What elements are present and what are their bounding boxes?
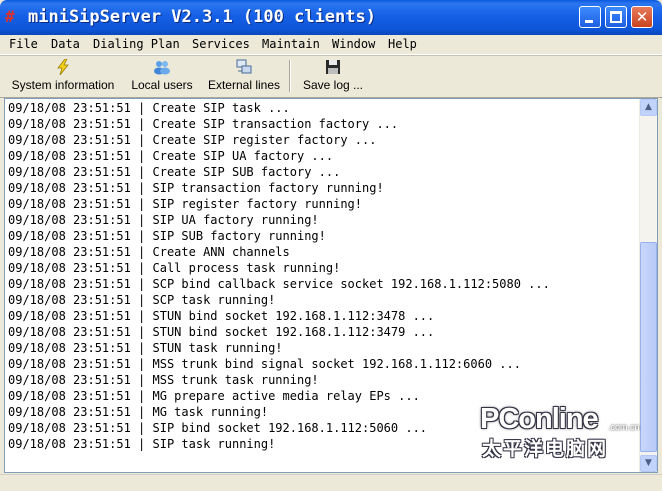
minimize-button[interactable]: [579, 6, 601, 28]
watermark: PConline .com.cn 太平洋电脑网: [478, 402, 650, 464]
local-users-label: Local users: [131, 78, 193, 92]
minimize-icon: [585, 20, 593, 23]
app-logo-icon[interactable]: #: [5, 8, 24, 25]
log-line: 09/18/08 23:51:51 | SCP task running!: [8, 293, 276, 307]
title-bar[interactable]: # miniSipServer V2.3.1 (100 clients) ✕: [0, 0, 662, 35]
close-button[interactable]: ✕: [631, 6, 653, 28]
log-list: 09/18/08 23:51:51 | Create SIP task ... …: [8, 100, 638, 452]
log-line: 09/18/08 23:51:51 | STUN bind socket 192…: [8, 325, 435, 339]
maximize-icon: [610, 11, 622, 23]
log-line: 09/18/08 23:51:51 | SIP SUB factory runn…: [8, 229, 326, 243]
menu-window[interactable]: Window: [332, 36, 375, 53]
log-line: 09/18/08 23:51:51 | SIP UA factory runni…: [8, 213, 319, 227]
menu-data[interactable]: Data: [51, 36, 80, 53]
system-information-button[interactable]: System information: [5, 56, 121, 96]
external-lines-button[interactable]: External lines: [203, 56, 285, 96]
log-line: 09/18/08 23:51:51 | Call process task ru…: [8, 261, 341, 275]
log-line: 09/18/08 23:51:51 | Create ANN channels: [8, 245, 290, 259]
menu-file[interactable]: File: [9, 36, 38, 53]
users-icon: [154, 61, 170, 75]
log-line: 09/18/08 23:51:51 | Create SIP register …: [8, 133, 377, 147]
menu-help[interactable]: Help: [388, 36, 417, 53]
menu-services[interactable]: Services: [192, 36, 250, 53]
log-line: 09/18/08 23:51:51 | SIP register factory…: [8, 197, 363, 211]
save-log-label: Save log ...: [302, 78, 364, 92]
log-line: 09/18/08 23:51:51 | Create SIP UA factor…: [8, 149, 334, 163]
watermark-logo: PConline: [480, 403, 599, 435]
status-bar: [0, 474, 662, 491]
local-users-button[interactable]: Local users: [127, 56, 197, 96]
log-line: 09/18/08 23:51:51 | Create SIP task ...: [8, 101, 290, 115]
close-icon: ✕: [635, 8, 649, 26]
maximize-button[interactable]: [605, 6, 627, 28]
log-line: 09/18/08 23:51:51 | Create SIP transacti…: [8, 117, 399, 131]
toolbar: System information Local users External …: [0, 55, 662, 98]
menu-dialing-plan[interactable]: Dialing Plan: [93, 36, 180, 53]
watermark-chinese: 太平洋电脑网: [482, 438, 609, 460]
log-line: 09/18/08 23:51:51 | STUN bind socket 192…: [8, 309, 435, 323]
log-line: 09/18/08 23:51:51 | Create SIP SUB facto…: [8, 165, 341, 179]
toolbar-separator: [289, 60, 291, 92]
log-line: 09/18/08 23:51:51 | SIP transaction fact…: [8, 181, 384, 195]
watermark-suffix: .com.cn: [608, 422, 640, 432]
menu-maintain[interactable]: Maintain: [262, 36, 320, 53]
save-log-button[interactable]: Save log ...: [296, 56, 370, 96]
network-icon: [236, 59, 252, 74]
log-line: 09/18/08 23:51:51 | MSS trunk bind signa…: [8, 357, 521, 371]
log-line: 09/18/08 23:51:51 | MSS trunk task runni…: [8, 373, 319, 387]
log-line: 09/18/08 23:51:51 | STUN task running!: [8, 341, 283, 355]
window-title: miniSipServer V2.3.1 (100 clients): [28, 7, 376, 27]
log-line: 09/18/08 23:51:51 | SCP bind callback se…: [8, 277, 550, 291]
lightning-icon: [57, 59, 69, 75]
floppy-disk-icon: [326, 60, 340, 74]
system-information-label: System information: [11, 78, 115, 92]
external-lines-label: External lines: [207, 78, 281, 92]
menu-bar: File Data Dialing Plan Services Maintain…: [0, 35, 662, 55]
scroll-up-icon[interactable]: ▲: [640, 99, 657, 116]
